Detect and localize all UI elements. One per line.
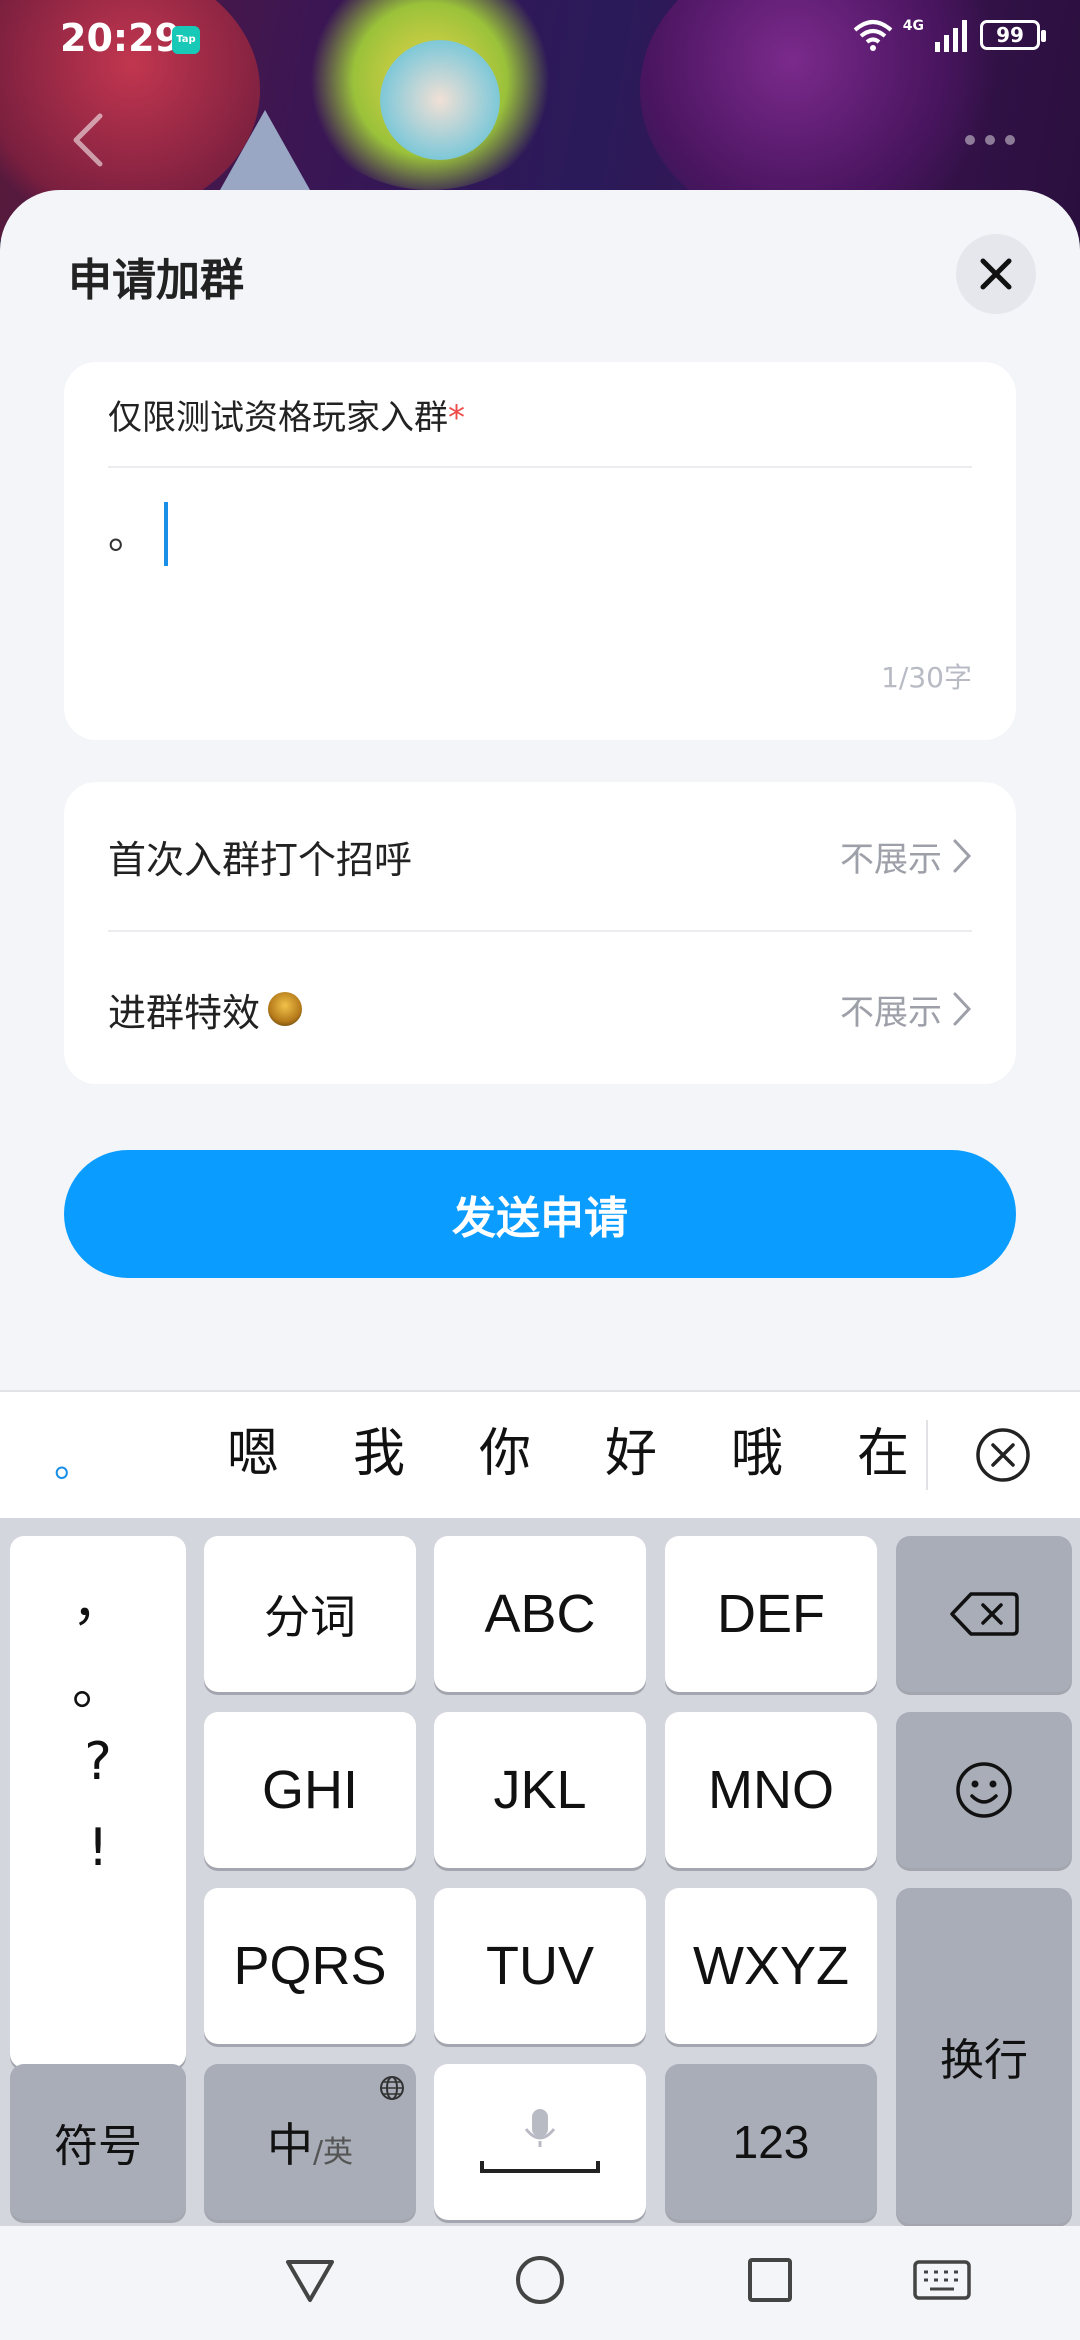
question-text: 仅限测试资格玩家入群 [108,398,448,438]
language-main-label: 中 [266,2118,313,2172]
system-nav-bar [0,2226,1080,2340]
ime-candidate[interactable]: 哦 [694,1414,820,1494]
dot [965,135,975,145]
status-bar: 20:29 Tap 4G 99 [0,0,1080,84]
required-mark: * [448,398,465,438]
chevron-right-icon [953,839,972,873]
emoji-icon [956,1762,1012,1818]
punctuation-key[interactable]: 。 [10,1644,186,1719]
key-jkl[interactable]: JKL [434,1712,646,1868]
key-tuv[interactable]: TUV [434,1888,646,2044]
space-voice-key[interactable] [434,2064,646,2220]
key-segment[interactable]: 分词 [204,1536,416,1692]
ime-candidate-bar: 。 嗯 我 你 好 哦 在 [0,1390,1080,1518]
question-label: 仅限测试资格玩家入群* [108,390,465,439]
punctuation-column[interactable]: ， 。 ? ! [10,1536,186,2068]
greeting-option-row[interactable]: 首次入群打个招呼 不展示 [108,782,972,932]
dot [1005,135,1015,145]
options-card: 首次入群打个招呼 不展示 进群特效 不展示 [64,782,1016,1084]
back-arrow-icon[interactable] [64,110,114,170]
send-request-button[interactable]: 发送申请 [64,1150,1016,1278]
signal-icon [935,20,967,52]
greeting-option-status: 不展示 [840,839,942,880]
sheet-title: 申请加群 [68,255,244,306]
enter-key[interactable]: 换行 [896,1888,1072,2224]
ime-candidate[interactable]: 你 [442,1414,568,1494]
language-switch-key[interactable]: 中 /英 [204,2064,416,2220]
join-effect-option-row[interactable]: 进群特效 不展示 [108,934,972,1084]
close-button[interactable] [956,234,1036,314]
status-indicators: 4G 99 [853,18,1046,52]
join-effect-option-status: 不展示 [840,992,942,1033]
emoji-key[interactable] [896,1712,1072,1868]
ime-candidate[interactable]: 我 [316,1414,442,1494]
ime-candidate-list: 嗯 我 你 好 哦 在 [190,1414,946,1494]
status-time: 20:29 [60,16,181,60]
collapse-keyboard-icon[interactable] [974,1426,1032,1484]
punctuation-key[interactable]: ! [10,1818,186,1878]
answer-text: 。 [108,512,148,558]
key-ghi[interactable]: GHI [204,1712,416,1868]
join-effect-option-label: 进群特效 [108,990,261,1035]
more-options-button[interactable] [950,112,1030,168]
ime-candidate[interactable]: 嗯 [190,1414,316,1494]
dot [985,135,995,145]
symbols-key[interactable]: 符号 [10,2064,186,2220]
keyboard-switch-icon[interactable] [912,2254,972,2306]
greeting-option-label: 首次入群打个招呼 [108,837,413,882]
punctuation-key[interactable]: ? [10,1732,186,1792]
answer-input[interactable]: 。 [108,502,968,622]
join-group-sheet: 申请加群 仅限测试资格玩家入群* 。 1/30字 首次入群打个招呼 不展示 进群… [0,190,1080,1390]
taptap-notification-icon: Tap [172,26,200,54]
join-effect-option-value: 不展示 [840,985,972,1034]
ime-candidate[interactable]: 好 [568,1414,694,1494]
key-abc[interactable]: ABC [434,1536,646,1692]
key-mno[interactable]: MNO [665,1712,877,1868]
text-cursor [164,502,168,566]
question-card: 仅限测试资格玩家入群* 。 1/30字 [64,362,1016,740]
t9-keyboard: ， 。 ? ! 分词 ABC DEF GHI JKL MNO PQRS TUV … [0,1518,1080,2226]
wifi-icon [853,20,893,51]
globe-icon [380,2076,404,2100]
backspace-key[interactable] [896,1536,1072,1692]
numbers-key[interactable]: 123 [665,2064,877,2220]
back-triangle-icon[interactable] [284,2254,336,2306]
close-icon [980,258,1012,290]
effect-icon [268,992,303,1026]
char-count: 1/30字 [881,661,972,694]
backspace-icon [950,1592,1019,1636]
greeting-option-value: 不展示 [840,832,972,881]
microphone-icon [480,2109,600,2173]
key-pqrs[interactable]: PQRS [204,1888,416,2044]
ime-composing-text: 。 [54,1440,94,1486]
join-effect-option-label-group: 进群特效 [108,982,303,1037]
battery-icon: 99 [980,20,1046,50]
artwork-shape [220,110,310,190]
chevron-right-icon [953,992,972,1026]
language-sub-label: /英 [312,2135,354,2170]
network-type: 4G [902,18,924,34]
divider [926,1420,928,1490]
recents-square-icon[interactable] [744,2254,796,2306]
key-def[interactable]: DEF [665,1536,877,1692]
divider [108,466,972,468]
punctuation-key[interactable]: ， [10,1560,186,1635]
key-wxyz[interactable]: WXYZ [665,1888,877,2044]
home-circle-icon[interactable] [514,2254,566,2306]
